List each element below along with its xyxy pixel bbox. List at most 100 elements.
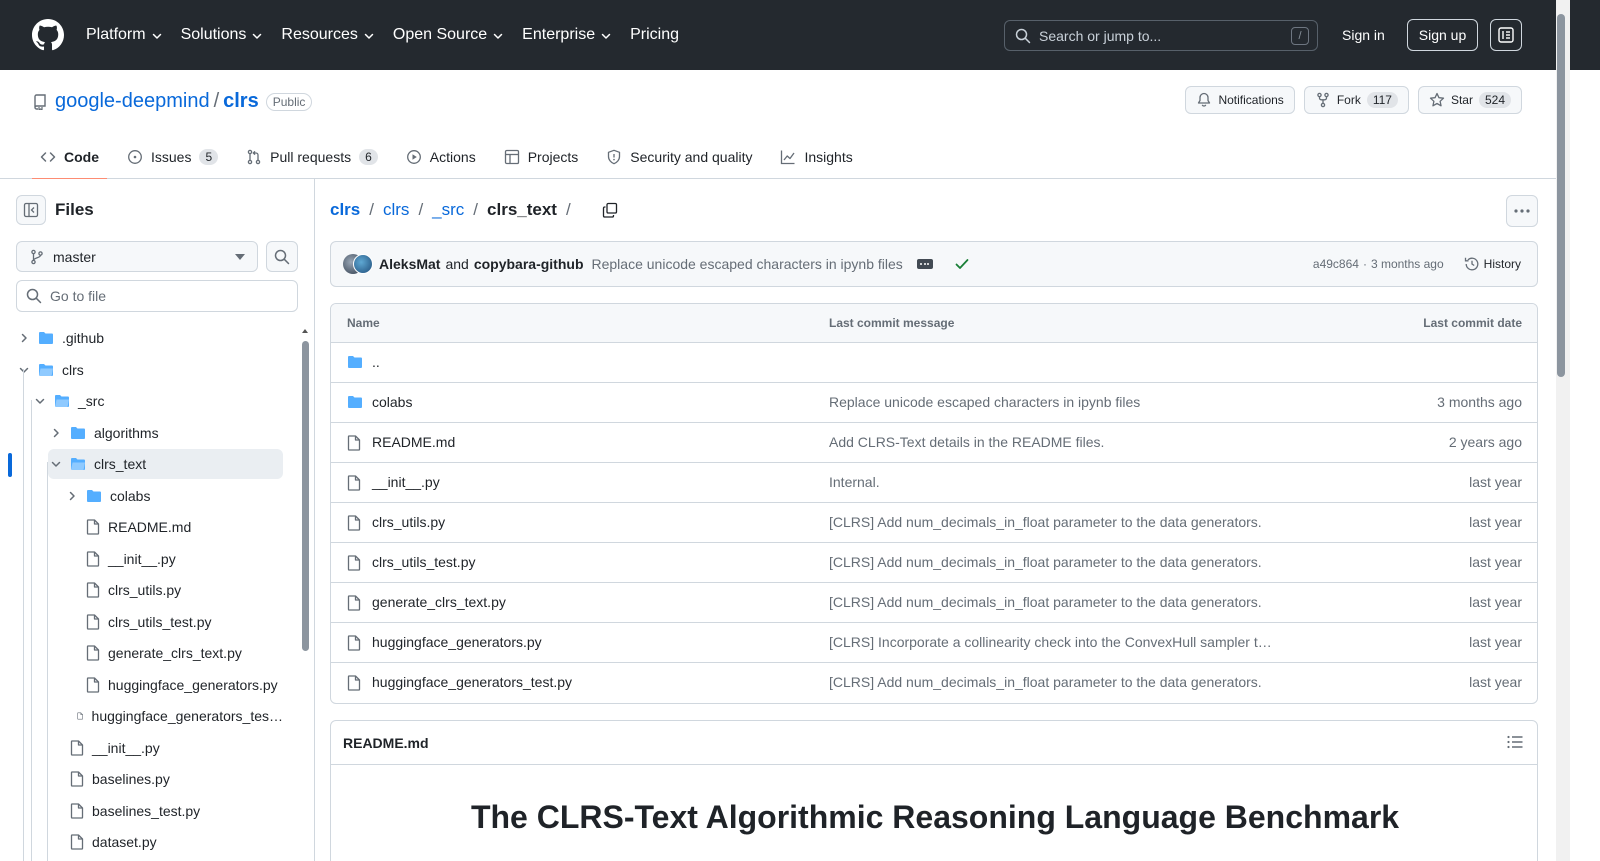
- commit-message-link[interactable]: [CLRS] Add num_decimals_in_float paramet…: [829, 514, 1262, 530]
- page-scrollbar[interactable]: [1556, 0, 1570, 861]
- nav-item-platform[interactable]: Platform: [86, 26, 163, 44]
- parent-directory-link[interactable]: ..: [372, 354, 380, 370]
- check-icon[interactable]: [955, 258, 969, 270]
- commit-message-link[interactable]: [CLRS] Incorporate a collinearity check …: [829, 634, 1272, 650]
- nav-item-open-source[interactable]: Open Source: [393, 26, 504, 44]
- tree-folder-item[interactable]: colabs: [64, 481, 283, 511]
- table-row[interactable]: README.md Add CLRS-Text details in the RE…: [331, 423, 1537, 463]
- breadcrumb-root-link[interactable]: clrs: [330, 200, 360, 220]
- tree-file-item[interactable]: clrs_utils_test.py: [64, 607, 283, 637]
- tree-file-item[interactable]: baselines.py: [48, 764, 283, 794]
- repo-owner-link[interactable]: google-deepmind: [55, 90, 210, 113]
- commit-message-link[interactable]: Replace unicode escaped characters in ip…: [592, 256, 903, 272]
- commit-message-link[interactable]: [CLRS] Add num_decimals_in_float paramet…: [829, 594, 1262, 610]
- commit-message-link[interactable]: Internal.: [829, 474, 880, 490]
- sidebar-scrollbar-thumb[interactable]: [302, 341, 309, 651]
- tree-folder-item[interactable]: .github: [16, 323, 283, 353]
- chevron-right-icon[interactable]: [66, 490, 78, 502]
- search-input[interactable]: [1039, 27, 1279, 44]
- copy-icon[interactable]: [602, 202, 618, 218]
- chevron-down-icon[interactable]: [34, 395, 46, 407]
- table-row[interactable]: generate_clrs_text.py [CLRS] Add num_deci…: [331, 583, 1537, 623]
- notifications-button[interactable]: Notifications: [1185, 86, 1295, 114]
- commit-author-link[interactable]: AleksMat: [379, 256, 440, 272]
- table-row[interactable]: clrs_utils.py [CLRS] Add num_decimals_in_…: [331, 503, 1537, 543]
- commit-avatars[interactable]: [343, 254, 373, 274]
- table-row[interactable]: huggingface_generators.py [CLRS] Incorpor…: [331, 623, 1537, 663]
- collapse-sidebar-button[interactable]: [16, 195, 46, 225]
- tree-folder-item[interactable]: _src: [32, 386, 283, 416]
- tree-file-item[interactable]: generate_clrs_text.py: [64, 638, 283, 668]
- sign-in-link[interactable]: Sign in: [1329, 20, 1398, 51]
- tree-folder-item[interactable]: algorithms: [48, 418, 283, 448]
- branch-selector[interactable]: master: [16, 241, 258, 272]
- readme-title[interactable]: README.md: [343, 735, 429, 751]
- nav-item-enterprise[interactable]: Enterprise: [522, 26, 612, 44]
- file-name-link[interactable]: colabs: [372, 394, 412, 410]
- commit-message-link[interactable]: Replace unicode escaped characters in ip…: [829, 394, 1140, 410]
- tab-code[interactable]: Code: [32, 134, 107, 180]
- tree-file-item[interactable]: huggingface_generators.py: [64, 670, 283, 700]
- tab-projects[interactable]: Projects: [496, 134, 587, 179]
- table-row[interactable]: colabs Replace unicode escaped characters…: [331, 383, 1537, 423]
- table-row[interactable]: clrs_utils_test.py [CLRS] Add num_decimal…: [331, 543, 1537, 583]
- sign-up-button[interactable]: Sign up: [1407, 19, 1478, 51]
- file-name-link[interactable]: clrs_utils.py: [372, 514, 445, 530]
- history-button[interactable]: History: [1460, 250, 1525, 278]
- tab-security-and-quality[interactable]: Security and quality: [598, 134, 760, 179]
- more-options-button[interactable]: [1506, 195, 1538, 227]
- tree-file-item[interactable]: __init__.py: [48, 733, 283, 763]
- table-row[interactable]: ..: [331, 343, 1537, 383]
- tree-file-item[interactable]: baselines_test.py: [48, 796, 283, 826]
- fork-button[interactable]: Fork 117: [1303, 86, 1409, 114]
- file-name-link[interactable]: huggingface_generators.py: [372, 634, 542, 650]
- header-menu-button[interactable]: [1490, 19, 1522, 51]
- chevron-right-icon[interactable]: [50, 427, 62, 439]
- tab-actions[interactable]: Actions: [398, 134, 484, 179]
- chevron-down-icon[interactable]: [18, 364, 30, 376]
- chevron-down-icon[interactable]: [50, 458, 62, 470]
- scroll-up-arrow-icon[interactable]: [300, 327, 310, 335]
- page-scrollbar-thumb[interactable]: [1557, 14, 1565, 377]
- tab-insights[interactable]: Insights: [772, 134, 860, 179]
- global-search[interactable]: /: [1004, 20, 1318, 51]
- tree-folder-item[interactable]: clrs_text: [48, 449, 283, 479]
- tree-file-item[interactable]: dataset.py: [48, 827, 283, 857]
- breadcrumb-src-link[interactable]: _src: [432, 200, 464, 220]
- github-logo-icon[interactable]: [32, 19, 64, 51]
- tree-file-item[interactable]: huggingface_generators_tes…: [64, 701, 283, 731]
- search-files-button[interactable]: [266, 241, 298, 272]
- tab-issues[interactable]: Issues 5: [119, 134, 226, 179]
- star-button[interactable]: Star 524: [1417, 86, 1522, 114]
- go-to-file-input[interactable]: [50, 288, 280, 304]
- file-name-link[interactable]: clrs_utils_test.py: [372, 554, 475, 570]
- nav-item-pricing[interactable]: Pricing: [630, 26, 679, 44]
- tab-pull-requests[interactable]: Pull requests 6: [238, 134, 386, 179]
- nav-item-solutions[interactable]: Solutions: [181, 26, 264, 44]
- file-name-link[interactable]: __init__.py: [372, 474, 440, 490]
- chevron-right-icon[interactable]: [18, 332, 30, 344]
- repo-name-link[interactable]: clrs: [223, 90, 259, 113]
- table-row[interactable]: huggingface_generators_test.py [CLRS] Add…: [331, 663, 1537, 703]
- file-name-link[interactable]: generate_clrs_text.py: [372, 594, 506, 610]
- tree-file-item[interactable]: __init__.py: [64, 544, 283, 574]
- sidebar-scrollbar[interactable]: [300, 327, 310, 857]
- table-row[interactable]: __init__.py Internal. last year: [331, 463, 1537, 503]
- avatar[interactable]: [353, 254, 373, 274]
- nav-item-resources[interactable]: Resources: [281, 26, 374, 44]
- commit-coauthor-link[interactable]: copybara-github: [474, 256, 584, 272]
- file-name-link[interactable]: huggingface_generators_test.py: [372, 674, 572, 690]
- breadcrumb-clrs-link[interactable]: clrs: [383, 200, 409, 220]
- commit-message-link[interactable]: Add CLRS-Text details in the README file…: [829, 434, 1104, 450]
- file-icon: [347, 595, 361, 611]
- commit-message-link[interactable]: [CLRS] Add num_decimals_in_float paramet…: [829, 554, 1262, 570]
- go-to-file-field[interactable]: [16, 280, 298, 312]
- commit-hash-link[interactable]: a49c864: [1313, 257, 1359, 271]
- tree-file-item[interactable]: clrs_utils.py: [64, 575, 283, 605]
- tree-folder-item[interactable]: clrs: [16, 355, 283, 385]
- expand-commit-message-button[interactable]: [916, 259, 933, 269]
- file-name-link[interactable]: README.md: [372, 434, 455, 450]
- commit-message-link[interactable]: [CLRS] Add num_decimals_in_float paramet…: [829, 674, 1262, 690]
- tree-file-item[interactable]: README.md: [64, 512, 283, 542]
- list-unordered-icon[interactable]: [1507, 735, 1523, 749]
